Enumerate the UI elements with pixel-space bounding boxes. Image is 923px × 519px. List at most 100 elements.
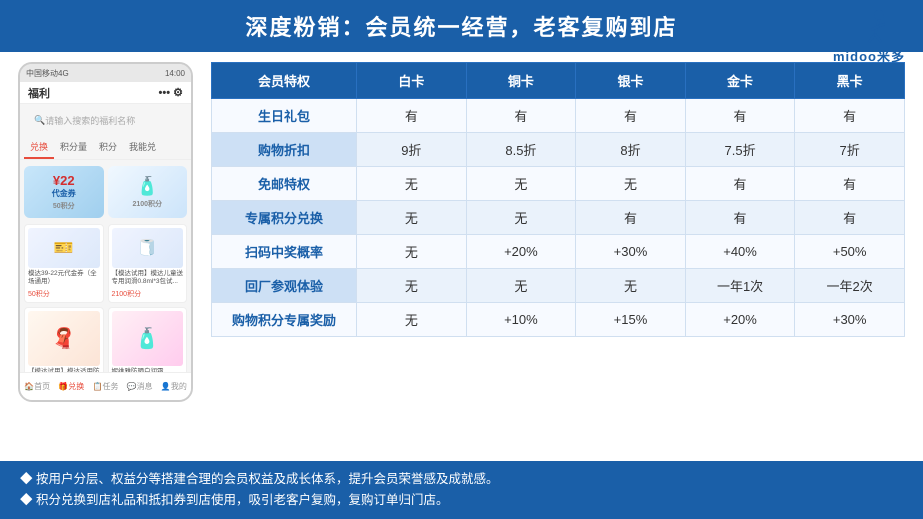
search-placeholder: 请输入搜索的福利名称: [45, 114, 135, 127]
th-silver-card: 银卡: [576, 63, 686, 99]
table-cell-value: 7折: [795, 133, 905, 167]
phone-tab-exchange[interactable]: 兑换: [24, 136, 54, 159]
phone-card-product-points: 2100积分: [132, 199, 162, 209]
table-cell-value: +40%: [685, 235, 795, 269]
table-cell-value: 9折: [357, 133, 467, 167]
phone-card-label: 代金券: [52, 188, 76, 199]
midoo-logo-icon: [845, 8, 893, 46]
phone-nav-mine[interactable]: 👤我的: [161, 381, 187, 392]
phone-cards: ¥22 代金券 50积分 🧴 2100积分: [20, 160, 191, 224]
table-cell-value: 有: [795, 167, 905, 201]
phone-mockup: 中国移动4G 14:00 福利 ••• ⚙ 🔍 请输入搜索的福利名称 兑换 积分…: [18, 62, 193, 402]
table-cell-value: 有: [357, 99, 467, 133]
phone-product-points-1: 50积分: [28, 289, 100, 299]
phone-nav-task[interactable]: 📋任务: [92, 381, 118, 392]
logo-text: midoo米多: [833, 46, 905, 65]
phone-nav-home[interactable]: 🏠首页: [24, 381, 50, 392]
table-cell-value: +20%: [466, 235, 576, 269]
phone-card-coupon[interactable]: ¥22 代金券 50积分: [24, 166, 104, 218]
table-cell-value: 有: [466, 99, 576, 133]
th-white-card: 白卡: [357, 63, 467, 99]
footer-item-1: 按用户分层、权益分等搭建合理的会员权益及成长体系，提升会员荣誉感及成就感。: [20, 469, 903, 490]
table-cell-value: 有: [576, 99, 686, 133]
table-cell-value: +10%: [466, 303, 576, 337]
table-cell-feature: 专属积分兑换: [212, 201, 357, 235]
phone-product-big-img-1: 🧣: [28, 311, 100, 366]
table-cell-value: 无: [357, 269, 467, 303]
table-cell-value: 有: [685, 167, 795, 201]
table-row: 专属积分兑换无无有有有: [212, 201, 905, 235]
table-cell-value: 无: [576, 269, 686, 303]
table-cell-value: 无: [357, 235, 467, 269]
table-cell-value: 有: [685, 201, 795, 235]
phone-product-desc-1: 模达39-22元代金券（全场通用）: [28, 270, 100, 287]
th-gold-card: 金卡: [685, 63, 795, 99]
phone-nav-message[interactable]: 💬消息: [127, 381, 153, 392]
phone-product-card-2[interactable]: 🧻 【模达试用】模达儿童送专用润滑0.8ml*3包试... 2100积分: [108, 224, 188, 303]
phone-nav-bar: 福利 ••• ⚙: [20, 82, 191, 104]
phone-product-desc-2: 【模达试用】模达儿童送专用润滑0.8ml*3包试...: [112, 270, 184, 287]
table-cell-value: 无: [466, 269, 576, 303]
phone-carrier: 中国移动4G: [26, 68, 69, 79]
table-row: 生日礼包有有有有有: [212, 99, 905, 133]
phone-nav-exchange[interactable]: 🎁兑换: [58, 381, 84, 392]
footer: 按用户分层、权益分等搭建合理的会员权益及成长体系，提升会员荣誉感及成就感。 积分…: [0, 461, 923, 519]
table-cell-value: 7.5折: [685, 133, 795, 167]
search-icon: 🔍: [34, 115, 45, 126]
phone-tab-points-amount[interactable]: 积分量: [54, 136, 93, 159]
table-row: 购物积分专属奖励无+10%+15%+20%+30%: [212, 303, 905, 337]
phone-tab-points[interactable]: 积分: [93, 136, 123, 159]
table-cell-feature: 免邮特权: [212, 167, 357, 201]
phone-card-points: 50积分: [53, 201, 75, 211]
phone-product-big-img-2: 🧴: [112, 311, 184, 366]
th-bronze-card: 铜卡: [466, 63, 576, 99]
phone-nav-icons: ••• ⚙: [159, 86, 183, 99]
phone-tab-redeemable[interactable]: 我能兑: [123, 136, 162, 159]
table-body: 生日礼包有有有有有购物折扣9折8.5折8折7.5折7折免邮特权无无无有有专属积分…: [212, 99, 905, 337]
table-cell-value: 有: [685, 99, 795, 133]
table-cell-value: 无: [357, 303, 467, 337]
table-cell-value: +30%: [795, 303, 905, 337]
phone-nav-title: 福利: [28, 85, 50, 101]
phone-product-img-2: 🧻: [112, 228, 184, 268]
table-cell-value: +30%: [576, 235, 686, 269]
table-cell-feature: 购物积分专属奖励: [212, 303, 357, 337]
page-header: 深度粉销：会员统一经营，老客复购到店: [0, 0, 923, 52]
table-cell-value: 有: [795, 99, 905, 133]
table-cell-value: 8折: [576, 133, 686, 167]
phone-status-bar: 中国移动4G 14:00: [20, 64, 191, 82]
table-cell-value: 8.5折: [466, 133, 576, 167]
table-cell-value: 一年2次: [795, 269, 905, 303]
logo-area: midoo米多: [833, 8, 905, 65]
table-cell-value: +50%: [795, 235, 905, 269]
phone-product-img-1: 🎫: [28, 228, 100, 268]
table-cell-value: 无: [576, 167, 686, 201]
page-title: 深度粉销：会员统一经营，老客复购到店: [245, 15, 677, 40]
phone-card-product[interactable]: 🧴 2100积分: [108, 166, 188, 218]
phone-search-bar[interactable]: 🔍 请输入搜索的福利名称: [26, 109, 185, 131]
table-row: 回厂参观体验无无无一年1次一年2次: [212, 269, 905, 303]
members-table: 会员特权 白卡 铜卡 银卡 金卡 黑卡 生日礼包有有有有有购物折扣9折8.5折8…: [211, 62, 905, 337]
table-cell-value: 有: [576, 201, 686, 235]
phone-tabs: 兑换 积分量 积分 我能兑: [20, 136, 191, 160]
table-cell-value: +15%: [576, 303, 686, 337]
table-header-row: 会员特权 白卡 铜卡 银卡 金卡 黑卡: [212, 63, 905, 99]
table-cell-value: 无: [357, 167, 467, 201]
phone-product-row: 🎫 模达39-22元代金券（全场通用） 50积分 🧻 【模达试用】模达儿童送专用…: [20, 224, 191, 307]
footer-item-2: 积分兑换到店礼品和抵扣券到店使用，吸引老客户复购，复购订单归门店。: [20, 490, 903, 511]
table-cell-value: +20%: [685, 303, 795, 337]
table-row: 免邮特权无无无有有: [212, 167, 905, 201]
table-area: 会员特权 白卡 铜卡 银卡 金卡 黑卡 生日礼包有有有有有购物折扣9折8.5折8…: [211, 62, 905, 402]
table-cell-feature: 扫码中奖概率: [212, 235, 357, 269]
phone-product-points-2: 2100积分: [112, 289, 184, 299]
phone-product-card-1[interactable]: 🎫 模达39-22元代金券（全场通用） 50积分: [24, 224, 104, 303]
phone-time: 14:00: [165, 69, 185, 78]
phone-card-price: ¥22: [53, 173, 75, 188]
th-feature: 会员特权: [212, 63, 357, 99]
phone-bottom-nav: 🏠首页 🎁兑换 📋任务 💬消息 👤我的: [20, 372, 191, 400]
phone-card-product-icon: 🧴: [136, 176, 158, 197]
table-row: 扫码中奖概率无+20%+30%+40%+50%: [212, 235, 905, 269]
table-cell-value: 一年1次: [685, 269, 795, 303]
table-cell-value: 无: [466, 167, 576, 201]
table-row: 购物折扣9折8.5折8折7.5折7折: [212, 133, 905, 167]
